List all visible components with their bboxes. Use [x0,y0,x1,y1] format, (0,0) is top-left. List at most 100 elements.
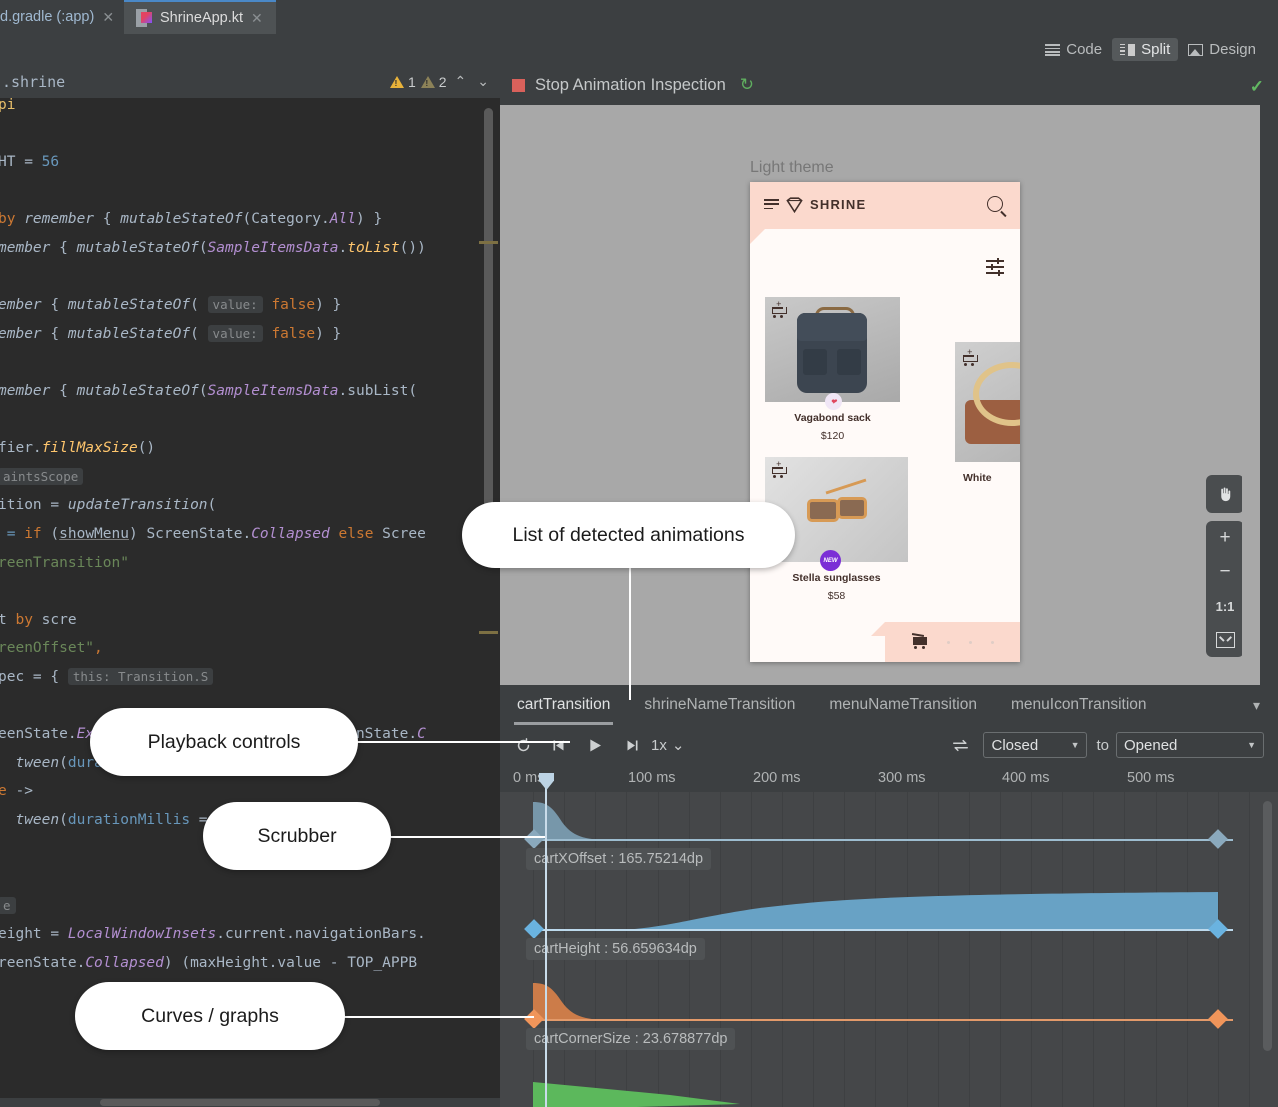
timeline-tick-label: 100 ms [628,770,676,786]
callout-scrubber: Scrubber [203,802,391,870]
zoom-out-icon[interactable]: − [1206,555,1244,589]
preview-zoom-controls: + − 1:1 [1206,475,1244,657]
chevron-down-icon: ⌄ [672,736,685,754]
preview-toolbar: Stop Animation Inspection ↻ ✓ [500,65,1278,105]
file-tab-label: ShrineApp.kt [160,10,243,26]
breadcrumb-path[interactable]: .shrine [0,73,65,91]
warning-count-2[interactable]: 2 [421,74,447,90]
file-tab-label: d.gradle (:app) [0,9,94,25]
animation-tab-menuicontransition[interactable]: menuIconTransition [994,685,1164,725]
add-to-cart-icon[interactable]: + [963,352,978,366]
file-tab-bar: d.gradle (:app) ✕ ShrineApp.kt ✕ [0,0,1278,34]
animation-tab-label: cartTransition [517,696,610,714]
shrine-diamond-icon [785,195,804,214]
chevron-down-icon: ▼ [1247,740,1256,750]
zoom-in-icon[interactable]: + [1206,521,1244,555]
timeline-scrollbar[interactable] [1263,801,1272,1051]
loop-icon[interactable] [510,732,536,758]
file-tab-gradle[interactable]: d.gradle (:app) ✕ [0,0,123,34]
zoom-actual-icon[interactable]: 1:1 [1206,589,1244,623]
chevron-down-icon[interactable]: ▾ [1235,697,1278,714]
to-state-dropdown[interactable]: Opened ▼ [1116,732,1264,758]
callout-leader-line [629,560,631,700]
animation-timeline[interactable]: 0 ms 100 ms 200 ms 300 ms 400 ms 500 ms [500,765,1278,1107]
warning-count-1[interactable]: 1 [390,74,416,90]
product-name: Stella sunglasses [765,572,908,584]
add-to-cart-icon[interactable]: + [772,464,787,478]
scrubber-line[interactable] [545,781,547,1107]
animation-curve-cartheight[interactable]: cartHeight : 56.659634dp [500,882,1278,960]
animation-tab-carttransition[interactable]: cartTransition [500,685,627,725]
callout-label: Playback controls [148,731,301,754]
cart-item-dots [947,641,1007,644]
warning-triangle-icon [390,76,404,88]
add-to-cart-icon[interactable]: + [772,304,787,318]
curve-value-label: cartCornerSize : 23.678877dp [526,1028,735,1050]
preview-label-light-theme: Light theme [750,159,834,177]
app-brand-label: SHRINE [810,197,866,212]
animation-curve-cartcornersize[interactable]: cartCornerSize : 23.678877dp [500,972,1278,1050]
filter-tune-icon[interactable] [986,260,1004,274]
callout-leader-line [390,836,545,838]
stop-animation-inspection-button[interactable]: Stop Animation Inspection [500,76,726,95]
play-icon[interactable] [582,732,608,758]
curve-value-label: cartHeight : 56.659634dp [526,938,705,960]
code-editor[interactable]: pi HT = 56 by remember { mutableStateOf(… [0,98,500,1107]
skip-to-end-icon[interactable] [619,732,645,758]
close-icon[interactable]: ✕ [102,10,114,24]
playback-speed-label: 1x [651,737,667,754]
skip-to-start-icon[interactable] [545,732,571,758]
animation-tab-list: cartTransition shrineNameTransition menu… [500,685,1278,725]
product-badge: ❤ [825,393,842,410]
preview-scrollbar[interactable] [1242,105,1260,685]
search-icon[interactable] [987,196,1003,212]
pan-hand-icon[interactable] [1206,475,1244,513]
from-state-dropdown[interactable]: Closed ▼ [983,732,1087,758]
callout-curves-graphs: Curves / graphs [75,982,345,1050]
editor-scrollbar[interactable] [484,108,493,528]
playback-controls: 1x ⌄ Closed ▼ to Opened ▼ [500,725,1278,765]
hamburger-menu-icon[interactable] [764,199,779,210]
editor-mode-split[interactable]: Split [1112,38,1178,61]
warning-count-label: 1 [408,74,416,90]
timeline-curves: cartXOffset : 165.75214dp cartHeight : 5… [500,792,1278,1107]
animation-tab-shrinenametransition[interactable]: shrineNameTransition [627,685,812,725]
product-name: Vagabond sack [765,412,900,424]
compose-preview-surface[interactable]: Light theme SHRINE [500,105,1260,685]
bottom-cart-bar[interactable] [885,622,1020,662]
refresh-icon[interactable]: ↻ [740,75,754,95]
swap-states-icon[interactable] [947,732,973,758]
app-bar: SHRINE [750,182,1020,229]
zoom-to-fit-icon[interactable] [1206,623,1244,657]
shopping-cart-icon[interactable] [913,633,930,648]
callout-label: List of detected animations [513,524,745,547]
stop-animation-label: Stop Animation Inspection [535,76,726,95]
chevron-down-icon: ▼ [1071,740,1080,750]
timeline-tick-label: 400 ms [1002,770,1050,786]
editor-horizontal-scrollbar[interactable] [0,1098,500,1107]
animation-tab-menunametransition[interactable]: menuNameTransition [812,685,994,725]
editor-mode-code[interactable]: Code [1037,38,1110,61]
animation-curve-cartxoffset[interactable]: cartXOffset : 165.75214dp [500,792,1278,870]
close-icon[interactable]: ✕ [251,11,263,25]
ide-window: d.gradle (:app) ✕ ShrineApp.kt ✕ Code Sp… [0,0,1278,1107]
prev-problem-icon[interactable]: ⌃ [452,73,470,90]
file-tab-shrineapp[interactable]: ShrineApp.kt ✕ [124,0,276,34]
stop-square-icon [512,79,525,92]
to-label: to [1096,737,1109,754]
timeline-tick-label: 300 ms [878,770,926,786]
editor-mode-design[interactable]: Design [1180,38,1264,61]
zoom-button-group: + − 1:1 [1206,521,1244,657]
playback-speed-selector[interactable]: 1x ⌄ [651,736,684,754]
timeline-ruler[interactable]: 0 ms 100 ms 200 ms 300 ms 400 ms 500 ms [500,765,1278,792]
next-problem-icon[interactable]: ⌄ [474,73,492,90]
editor-mode-bar: Code Split Design [0,34,1278,65]
cut-corner-decoration [750,229,765,244]
callout-list-of-detected-animations: List of detected animations [462,502,795,568]
callout-label: Scrubber [257,825,336,848]
animation-tab-label: shrineNameTransition [644,696,795,714]
device-preview[interactable]: SHRINE + ❤ Vagabond sack $120 [750,182,1020,662]
product-price: $120 [765,430,900,442]
product-name: White [955,472,1020,484]
animation-curve-cartcolor[interactable] [500,1062,1278,1107]
